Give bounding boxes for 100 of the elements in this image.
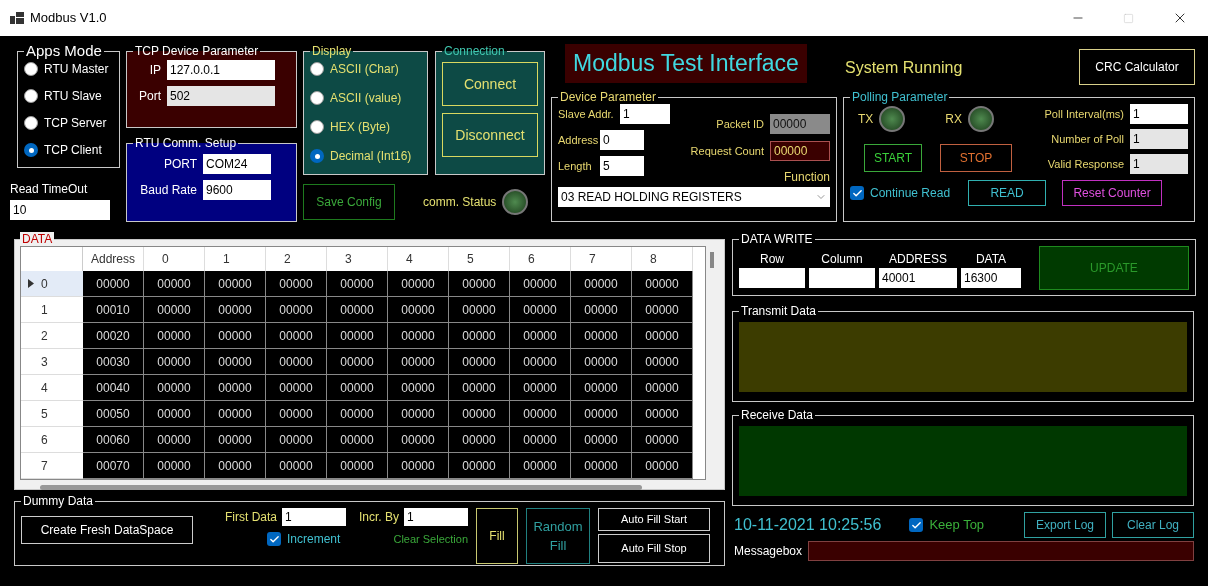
group-title: DATA WRITE bbox=[740, 232, 814, 246]
input-field[interactable]: 16300 bbox=[961, 268, 1021, 288]
create-dataspace-button[interactable]: Create Fresh DataSpace bbox=[21, 516, 193, 544]
input-field[interactable]: 1 bbox=[1130, 104, 1188, 124]
table-cell: 00000 bbox=[449, 427, 510, 453]
save-config-button[interactable]: Save Config bbox=[303, 184, 395, 220]
clear-log-button[interactable]: Clear Log bbox=[1112, 512, 1194, 538]
input-field[interactable]: 1 bbox=[282, 508, 346, 526]
table-cell: 00000 bbox=[449, 401, 510, 427]
field-label: PORT bbox=[162, 156, 198, 173]
table-cell: 00000 bbox=[327, 271, 388, 297]
table-cell: 00000 bbox=[327, 323, 388, 349]
input-field[interactable]: 9600 bbox=[203, 180, 271, 200]
input-field[interactable]: 5 bbox=[600, 156, 644, 176]
group-title: Device Parameter bbox=[559, 90, 658, 104]
field-label: Row bbox=[760, 251, 784, 268]
field-label: Messagebox bbox=[734, 543, 803, 560]
radio-button[interactable] bbox=[24, 89, 38, 103]
reset-counter-button[interactable]: Reset Counter bbox=[1062, 180, 1163, 206]
radio-button[interactable] bbox=[24, 143, 38, 157]
table-cell: 00060 bbox=[83, 427, 144, 453]
table-cell: 00000 bbox=[327, 297, 388, 323]
tx-led-icon bbox=[879, 106, 906, 132]
auto-fill-stop-button[interactable]: Auto Fill Stop bbox=[598, 534, 711, 563]
table-cell: 00000 bbox=[144, 427, 205, 453]
field-label: Read TimeOut bbox=[10, 181, 89, 198]
table-cell: 00000 bbox=[571, 271, 632, 297]
stop-button[interactable]: STOP bbox=[940, 144, 1012, 172]
table-cell: 00000 bbox=[632, 401, 693, 427]
input-field[interactable] bbox=[809, 268, 875, 288]
group-title: Polling Parameter bbox=[851, 90, 949, 104]
input-field[interactable]: 10 bbox=[10, 200, 110, 220]
radio-button[interactable] bbox=[310, 149, 324, 163]
connection-button[interactable]: Disconnect bbox=[442, 113, 538, 157]
table-cell: 00000 bbox=[388, 427, 449, 453]
row-header[interactable]: 0 bbox=[21, 271, 83, 297]
table-cell: 00000 bbox=[266, 297, 327, 323]
group-title: Transmit Data bbox=[740, 304, 817, 318]
table-cell: 00000 bbox=[327, 375, 388, 401]
input-field[interactable]: 00000 bbox=[770, 141, 830, 161]
input-field[interactable]: COM24 bbox=[203, 154, 271, 174]
radio-button[interactable] bbox=[310, 120, 324, 134]
read-button[interactable]: READ bbox=[968, 180, 1047, 206]
random-fill-button[interactable]: Random Fill bbox=[526, 508, 591, 564]
radio-button[interactable] bbox=[310, 91, 324, 105]
auto-fill-start-button[interactable]: Auto Fill Start bbox=[598, 508, 711, 531]
table-cell: 00000 bbox=[388, 401, 449, 427]
table-cell: 00000 bbox=[510, 401, 571, 427]
clear-selection-link[interactable]: Clear Selection bbox=[393, 530, 469, 548]
input-field[interactable]: 1 bbox=[404, 508, 469, 526]
table-cell: 00000 bbox=[510, 375, 571, 401]
table-cell: 00000 bbox=[205, 401, 266, 427]
radio-label: TCP Client bbox=[44, 142, 102, 159]
group-title: DATA bbox=[20, 232, 55, 246]
table-cell: 00000 bbox=[510, 271, 571, 297]
fill-button[interactable]: Fill bbox=[476, 508, 519, 564]
update-button[interactable]: UPDATE bbox=[1039, 246, 1189, 290]
table-cell: 00000 bbox=[144, 375, 205, 401]
input-field[interactable] bbox=[739, 268, 805, 288]
start-button[interactable]: START bbox=[864, 144, 922, 172]
table-cell: 00000 bbox=[266, 375, 327, 401]
table-cell: 00000 bbox=[205, 349, 266, 375]
radio-label: RTU Slave bbox=[44, 88, 102, 105]
radio-button[interactable] bbox=[24, 62, 38, 76]
checkbox[interactable] bbox=[909, 518, 924, 532]
radio-label: ASCII (Char) bbox=[330, 61, 399, 78]
table-cell: 00000 bbox=[144, 453, 205, 479]
app-heading: Modbus Test Interface bbox=[565, 44, 807, 83]
group-title: Dummy Data bbox=[22, 494, 94, 508]
input-field[interactable]: 1 bbox=[620, 104, 670, 124]
date-time: 10-11-2021 10:25:56 bbox=[734, 515, 882, 535]
rx-label: RX bbox=[945, 111, 962, 128]
checkbox[interactable] bbox=[267, 532, 281, 546]
table-cell: 00000 bbox=[510, 297, 571, 323]
connection-button[interactable]: Connect bbox=[442, 62, 538, 106]
table-cell: 00000 bbox=[327, 401, 388, 427]
export-log-button[interactable]: Export Log bbox=[1024, 512, 1106, 538]
input-field[interactable]: 0 bbox=[600, 130, 644, 150]
radio-label: Decimal (Int16) bbox=[330, 148, 412, 165]
table-cell: 00010 bbox=[83, 297, 144, 323]
table-cell: 00000 bbox=[510, 453, 571, 479]
table-cell: 00000 bbox=[632, 453, 693, 479]
table-cell: 00000 bbox=[388, 453, 449, 479]
crc-calculator-button[interactable]: CRC Calculator bbox=[1079, 49, 1195, 85]
input-field[interactable]: 40001 bbox=[879, 268, 957, 288]
checkbox-label: Increment bbox=[287, 531, 341, 548]
table-cell: 00000 bbox=[266, 453, 327, 479]
radio-label: TCP Server bbox=[44, 115, 107, 132]
table-cell: 00000 bbox=[388, 375, 449, 401]
function-dropdown[interactable]: 03 READ HOLDING REGISTERS bbox=[558, 187, 830, 207]
table-cell: 00040 bbox=[83, 375, 144, 401]
input-field[interactable]: 127.0.0.1 bbox=[167, 60, 275, 80]
field-label: Request Count bbox=[690, 143, 764, 159]
input-field[interactable]: 00000 bbox=[770, 114, 830, 134]
radio-button[interactable] bbox=[24, 116, 38, 130]
table-cell: 00000 bbox=[327, 349, 388, 375]
checkbox[interactable] bbox=[850, 186, 864, 200]
radio-button[interactable] bbox=[310, 62, 324, 76]
table-cell: 00000 bbox=[510, 323, 571, 349]
table-cell: 00000 bbox=[571, 297, 632, 323]
